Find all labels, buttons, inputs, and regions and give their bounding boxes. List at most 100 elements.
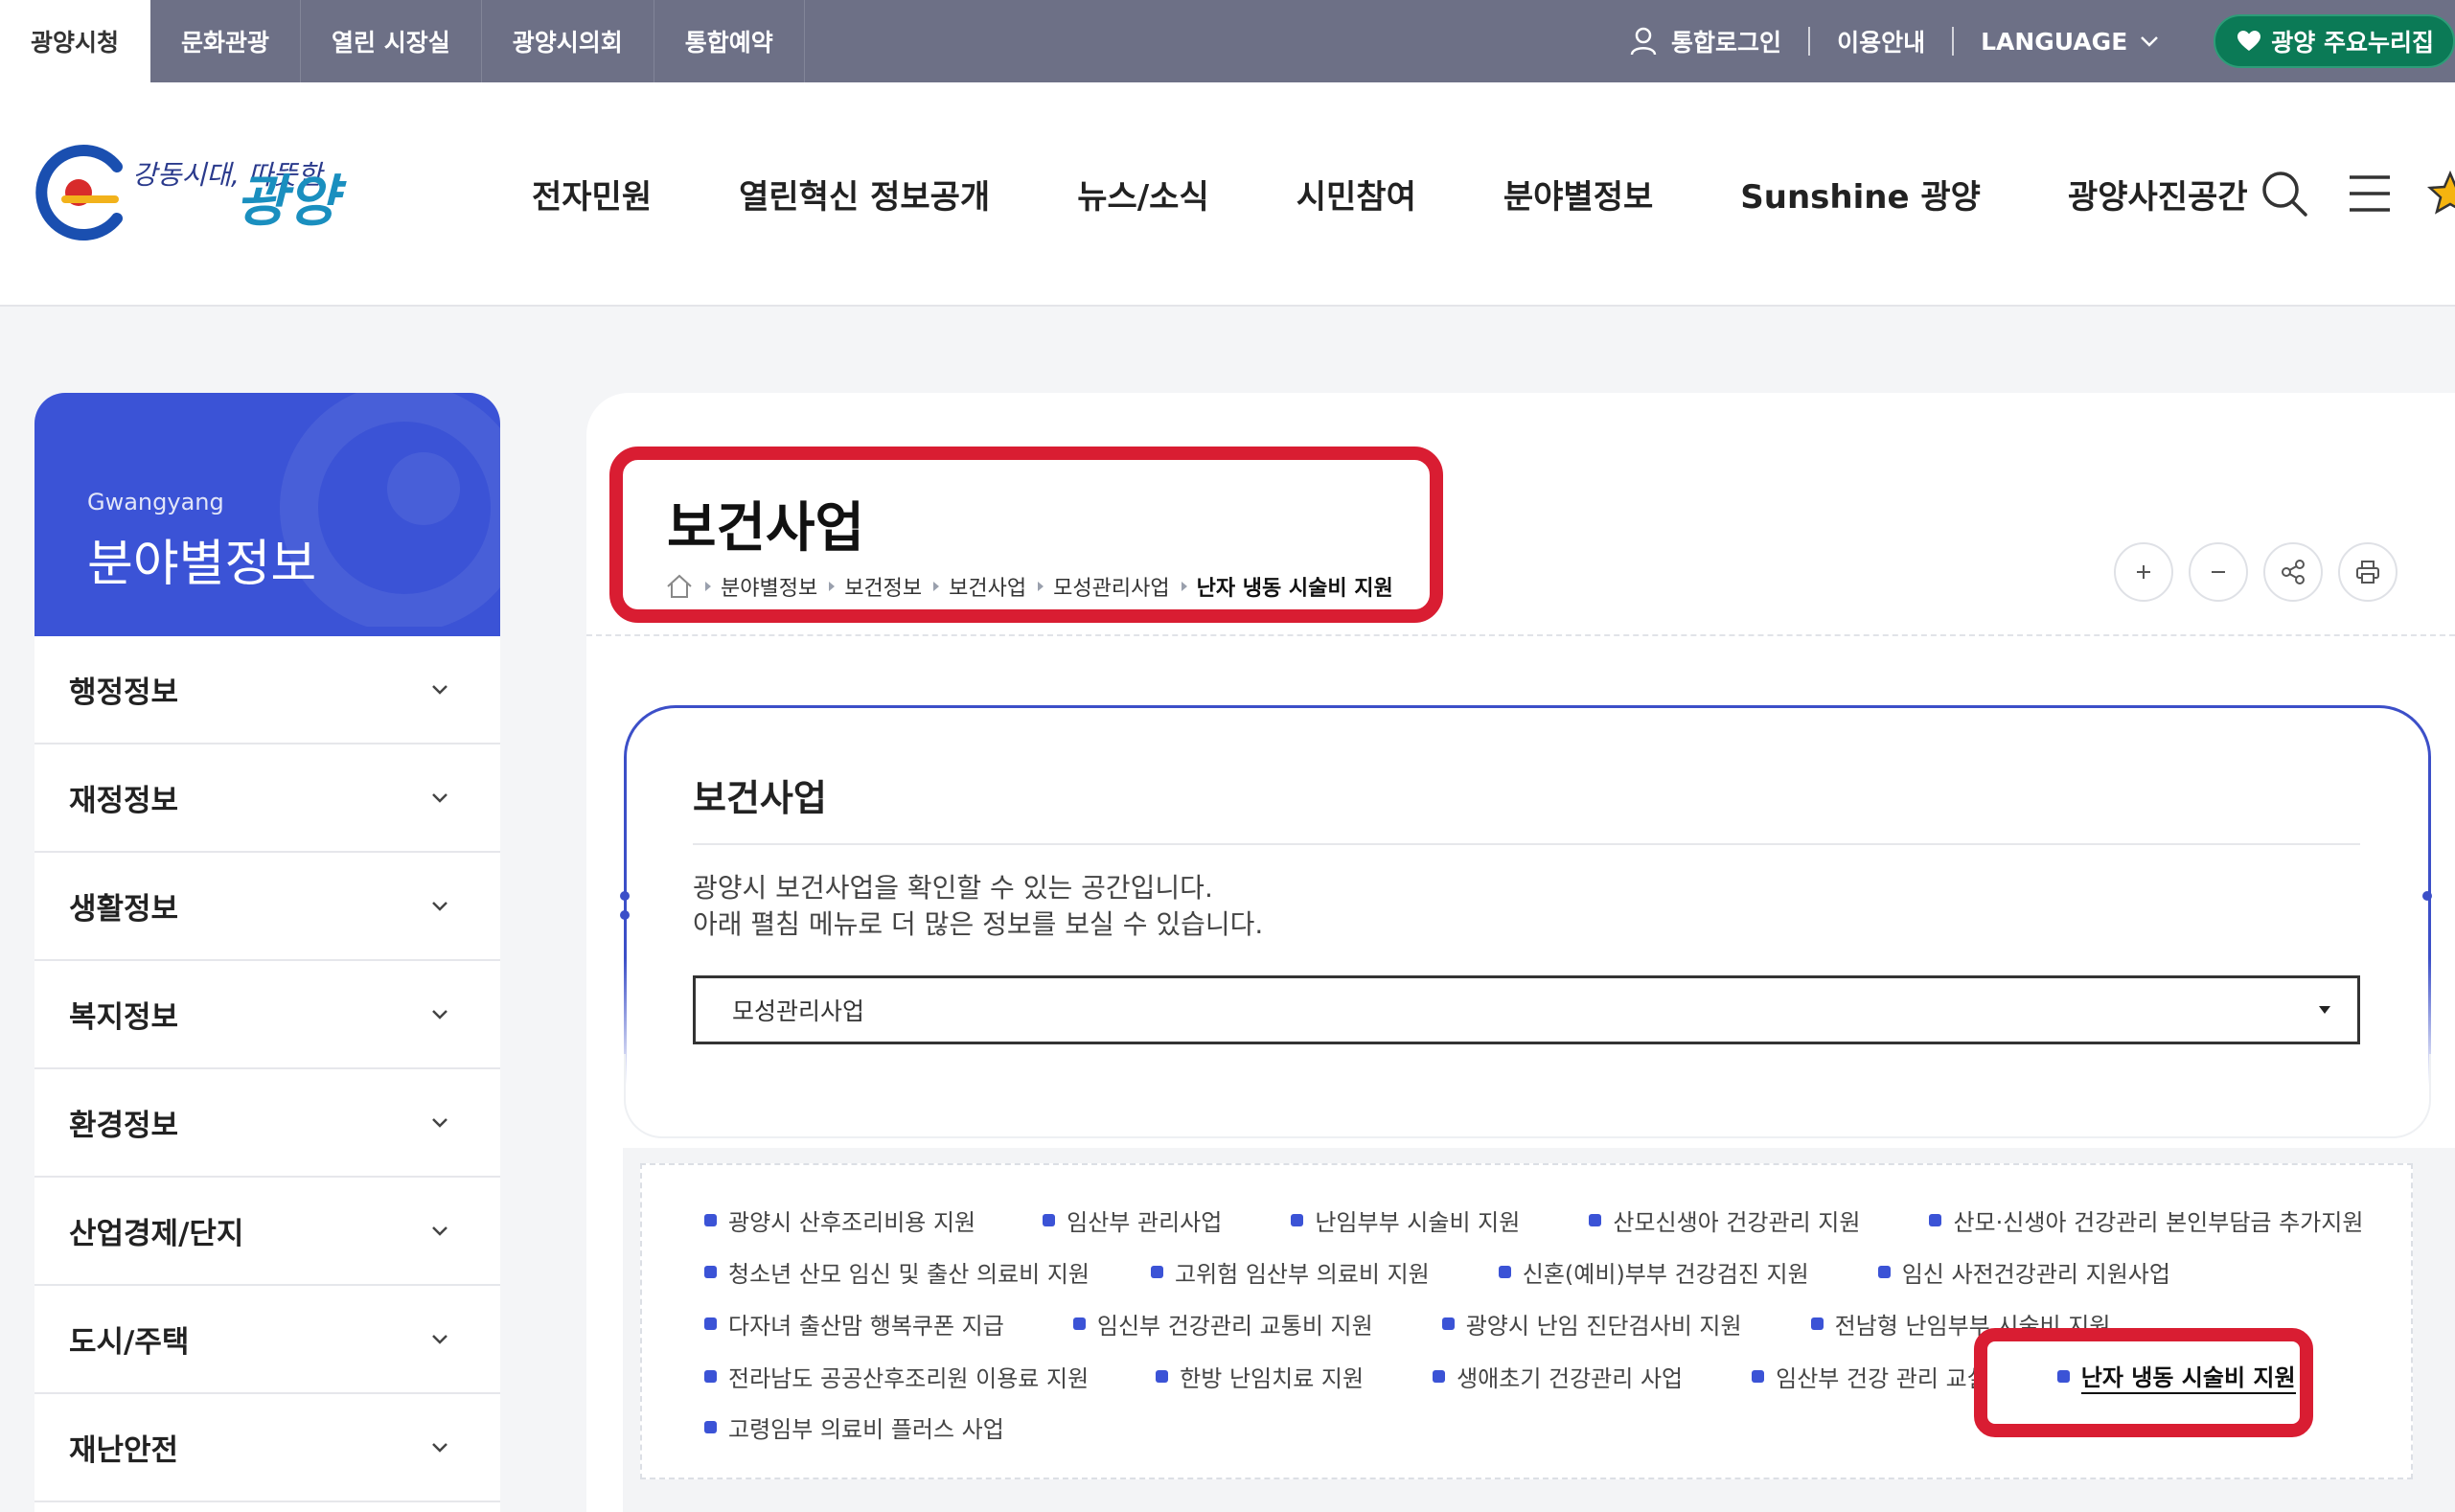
sidebar-item-urban[interactable]: 도시/주택 — [34, 1286, 500, 1394]
breadcrumb-item[interactable]: 분야별정보 — [694, 571, 817, 602]
intro-dot — [620, 910, 630, 920]
sidebar-menu: 행정정보 재정정보 생활정보 복지정보 환경정보 산업경제/단지 도시/주택 재… — [34, 636, 500, 1512]
link-item[interactable]: 산모·신생아 건강관리 본인부담금 추가지원 — [1929, 1203, 2363, 1237]
nav-photo[interactable]: 광양사진공간 — [2068, 171, 2248, 218]
sidebar-title: 분야별정보 — [87, 536, 317, 593]
site-logo[interactable]: 강동시대, 따뜻한 광양 — [34, 140, 379, 245]
zoom-in-icon — [2137, 565, 2150, 579]
nav-news[interactable]: 뉴스/소식 — [1077, 171, 1209, 218]
zoom-out-icon — [2212, 571, 2225, 573]
link-item[interactable]: 산모신생아 건강관리 지원 — [1589, 1203, 1860, 1237]
nav-field-info[interactable]: 분야별정보 — [1503, 171, 1653, 218]
divider — [1952, 27, 1955, 56]
login-link[interactable]: 통합로그인 — [1629, 24, 1781, 58]
link-item[interactable]: 한방 난임치료 지원 — [1156, 1359, 1364, 1394]
link-row: 청소년 산모 임신 및 출산 의료비 지원 고위험 임산부 의료비 지원 신혼(… — [704, 1255, 2170, 1289]
sidebar-item-label: 생활정보 — [69, 892, 179, 927]
chevron-down-icon — [2141, 36, 2159, 47]
home-icon[interactable] — [665, 573, 694, 600]
sidebar-item-environment[interactable]: 환경정보 — [34, 1069, 500, 1178]
breadcrumb-item[interactable]: 보건정보 — [817, 571, 922, 602]
site-tab-mayor[interactable]: 열린 시장실 — [301, 0, 482, 82]
print-button[interactable] — [2338, 542, 2398, 602]
sidebar-header: Gwangyang 분야별정보 — [34, 393, 500, 636]
nav-civil-service[interactable]: 전자민원 — [532, 171, 652, 218]
breadcrumb-item[interactable]: 모성관리사업 — [1026, 571, 1170, 602]
nav-sunshine[interactable]: Sunshine 광양 — [1740, 171, 1981, 218]
star-icon[interactable] — [2426, 170, 2455, 218]
sidebar-item-admin[interactable]: 행정정보 — [34, 636, 500, 745]
chevron-down-icon — [432, 1334, 447, 1344]
site-tab-gwangyang[interactable]: 광양시청 — [0, 0, 151, 82]
search-icon[interactable] — [2260, 169, 2309, 218]
utility-bar: 광양시청 문화관광 열린 시장실 광양시의회 통합예약 통합로그인 이용안내 L… — [0, 0, 2455, 82]
link-item[interactable]: 다자녀 출산맘 행복쿠폰 지급 — [704, 1307, 1004, 1340]
intro-desc-line: 아래 펼침 메뉴로 더 많은 정보를 보실 수 있습니다. — [693, 908, 1264, 940]
page-title: 보건사업 — [667, 497, 865, 560]
main-header: 강동시대, 따뜻한 광양 전자민원 열린혁신 정보공개 뉴스/소식 시민참여 분… — [0, 82, 2455, 307]
guide-link[interactable]: 이용안내 — [1837, 24, 1925, 58]
site-tab-culture[interactable]: 문화관광 — [150, 0, 302, 82]
site-tab-reservation[interactable]: 통합예약 — [654, 0, 805, 82]
link-item[interactable]: 생애초기 건강관리 사업 — [1433, 1359, 1683, 1394]
share-icon — [2282, 560, 2305, 584]
link-row: 고령임부 의료비 플러스 사업 — [704, 1410, 1004, 1444]
nav-open-info[interactable]: 열린혁신 정보공개 — [739, 171, 990, 218]
link-item[interactable]: 임신부 건강관리 교통비 지원 — [1072, 1307, 1373, 1340]
sidebar-item-label: 행정정보 — [69, 676, 179, 710]
link-item[interactable]: 고위험 임산부 의료비 지원 — [1150, 1255, 1430, 1289]
link-item[interactable]: 청소년 산모 임신 및 출산 의료비 지원 — [704, 1255, 1090, 1289]
link-item[interactable]: 임신 사전건강관리 지원사업 — [1877, 1255, 2170, 1289]
sidebar-item-label: 재난안전 — [69, 1433, 179, 1468]
nav-participation[interactable]: 시민참여 — [1296, 171, 1416, 218]
link-item[interactable]: 고령임부 의료비 플러스 사업 — [704, 1410, 1004, 1444]
sidebar-subtitle: Gwangyang — [87, 489, 224, 515]
link-item[interactable]: 광양시 난임 진단검사비 지원 — [1441, 1307, 1742, 1340]
link-item[interactable]: 전라남도 공공산후조리원 이용료 지원 — [704, 1359, 1089, 1394]
intro-description: 광양시 보건사업을 확인할 수 있는 공간입니다. 아래 펼침 메뉴로 더 많은… — [693, 870, 1263, 943]
utility-links: 통합로그인 이용안내 LANGUAGE 광양 주요누리집 — [1629, 0, 2455, 82]
logo-mark: 강동시대, 따뜻한 광양 — [35, 145, 347, 241]
intro-box-bottom — [624, 1054, 2431, 1138]
breadcrumb-item[interactable]: 보건사업 — [922, 571, 1026, 602]
header-icons — [2260, 82, 2455, 305]
language-dropdown[interactable]: LANGUAGE — [1981, 28, 2160, 56]
title-divider — [586, 634, 2455, 636]
link-item[interactable]: 임산부 건강 관리 교실 — [1752, 1359, 1988, 1394]
sidebar-item-safety[interactable]: 재난안전 — [34, 1394, 500, 1502]
share-button[interactable] — [2263, 542, 2323, 602]
chevron-down-icon — [432, 1226, 447, 1236]
user-icon — [1630, 27, 1657, 56]
login-label: 통합로그인 — [1671, 29, 1782, 57]
site-tab-council[interactable]: 광양시의회 — [482, 0, 654, 82]
link-item[interactable]: 난임부부 시술비 지원 — [1291, 1203, 1520, 1237]
sidebar-item-industry[interactable]: 산업경제/단지 — [34, 1178, 500, 1286]
link-item[interactable]: 신혼(예비)부부 건강검진 지원 — [1498, 1255, 1809, 1289]
zoom-out-button[interactable] — [2189, 542, 2248, 602]
sidebar-item-life[interactable]: 생활정보 — [34, 853, 500, 961]
chevron-down-icon — [432, 684, 447, 695]
category-select[interactable]: 모성관리사업 — [693, 975, 2360, 1044]
link-item[interactable]: 광양시 산후조리비용 지원 — [704, 1203, 975, 1237]
sidebar-item-label: 환경정보 — [69, 1109, 179, 1143]
sidebar-item-finance[interactable]: 재정정보 — [34, 745, 500, 853]
print-icon — [2356, 561, 2379, 584]
link-row: 다자녀 출산맘 행복쿠폰 지급 임신부 건강관리 교통비 지원 광양시 난임 진… — [704, 1307, 2110, 1340]
divider — [1808, 27, 1811, 56]
main-navigation: 전자민원 열린혁신 정보공개 뉴스/소식 시민참여 분야별정보 Sunshine… — [532, 82, 2335, 305]
category-select-value: 모성관리사업 — [732, 997, 865, 1025]
logo-text: 광양 — [236, 169, 347, 234]
chevron-down-icon — [432, 1442, 447, 1453]
link-item[interactable]: 임산부 관리사업 — [1043, 1203, 1222, 1237]
heart-icon — [2237, 31, 2261, 51]
menu-icon[interactable] — [2348, 173, 2392, 214]
chevron-down-icon — [432, 792, 447, 803]
breadcrumb-current: 난자 냉동 시술비 지원 — [1170, 571, 1393, 602]
language-label: LANGUAGE — [1981, 27, 2128, 56]
site-tabs: 광양시청 문화관광 열린 시장실 광양시의회 통합예약 — [0, 0, 805, 82]
zoom-in-button[interactable] — [2114, 542, 2173, 602]
intro-divider — [693, 843, 2360, 845]
featured-sites-button[interactable]: 광양 주요누리집 — [2214, 14, 2455, 68]
intro-dot — [620, 891, 630, 901]
sidebar-item-welfare[interactable]: 복지정보 — [34, 961, 500, 1069]
